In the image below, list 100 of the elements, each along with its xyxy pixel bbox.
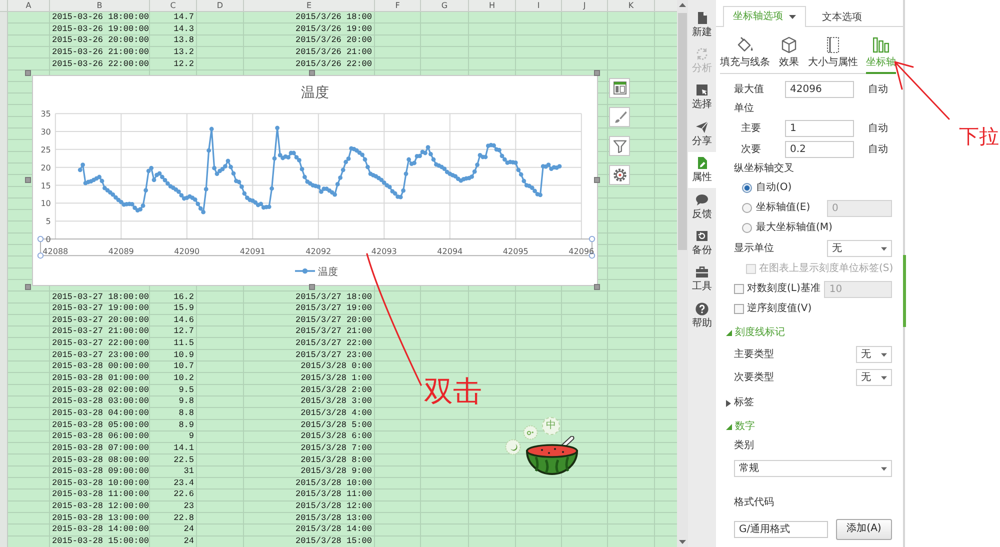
settings-button[interactable] (609, 165, 630, 185)
table-cell-text: 2015-03-26 18:00:00 (51, 12, 150, 24)
dropdown[interactable]: 无 (856, 369, 892, 386)
sidebar-item[interactable]: 分享 (688, 115, 716, 152)
radio-button[interactable] (742, 203, 752, 213)
panel-tab[interactable]: 文本选项 (812, 7, 872, 27)
table-cell-text: 2015/3/28 6:00 (300, 431, 373, 443)
table-cell-text: 2015-03-27 19:00:00 (51, 303, 150, 315)
table-cell-text: 2015/3/27 19:00 (294, 303, 373, 315)
caret-icon (881, 376, 887, 380)
resize-handle[interactable] (25, 284, 31, 290)
auto-label[interactable]: 自动 (868, 84, 888, 96)
checkbox-label: 在图表上显示刻度单位标签(S) (759, 263, 894, 275)
document-edit-icon (695, 156, 709, 170)
table-cell-text: 13.2 (172, 46, 195, 59)
table-cell-text: 2015-03-26 19:00:00 (51, 24, 150, 36)
table-cell-text: 2015/3/26 20:00 (294, 35, 373, 47)
table-cell-text: 10.2 (172, 373, 195, 385)
scrollbar-thumb[interactable] (678, 13, 687, 250)
table-cell-text: 2015/3/28 10:00 (294, 478, 373, 490)
section-header[interactable]: 标签 (716, 393, 754, 413)
resize-handle[interactable] (594, 70, 600, 76)
input-field[interactable]: 0.2 (785, 141, 854, 158)
table-cell-text: 2015/3/26 22:00 (294, 58, 373, 70)
layout-button[interactable] (609, 78, 630, 98)
column-header: H (488, 0, 496, 11)
table-cell-text: 2015-03-27 18:00:00 (51, 292, 150, 304)
column-header: F (394, 0, 401, 11)
chart-title: 温度 (301, 85, 329, 101)
table-cell-text: 11.5 (172, 338, 195, 350)
option-tab[interactable]: 大小与属性 (808, 27, 858, 74)
input-field[interactable]: 42096 (785, 81, 854, 98)
radio-button[interactable] (742, 223, 752, 233)
filter-button[interactable] (609, 136, 630, 156)
sidebar-item[interactable]: 反馈 (688, 188, 716, 224)
resize-handle[interactable] (594, 177, 600, 183)
checkbox[interactable] (734, 284, 744, 294)
annotation-text: 双击 (424, 377, 482, 406)
resize-handle[interactable] (309, 70, 315, 76)
dropdown[interactable]: 无 (827, 240, 892, 257)
axis-tick-label: 5 (46, 217, 51, 226)
vertical-scrollbar[interactable] (677, 0, 688, 547)
resize-handle[interactable] (25, 177, 31, 183)
scroll-down-arrow-icon[interactable] (679, 540, 686, 544)
sidebar-item[interactable]: 工具 (688, 260, 716, 298)
sidebar-item[interactable]: 帮助 (688, 297, 716, 334)
table-cell-text: 14.1 (172, 442, 195, 455)
table-cell-text: 2015-03-28 05:00:00 (51, 420, 150, 432)
table-cell-text: 2015/3/28 3:00 (300, 396, 373, 408)
resize-handle[interactable] (594, 284, 600, 290)
section-header[interactable]: 数字 (716, 417, 755, 437)
caret-icon[interactable] (789, 15, 796, 19)
sidebar-item[interactable]: 备份 (688, 224, 716, 261)
auto-label[interactable]: 自动 (868, 144, 888, 156)
table-cell-text: 24 (182, 536, 195, 547)
option-tab[interactable]: 效果 (778, 27, 800, 74)
table-cell-text: 2015/3/28 12:00 (294, 501, 373, 513)
table-cell-text: 9 (188, 431, 195, 443)
selection-handle[interactable] (588, 236, 596, 242)
radio-label: 最大坐标轴值(M) (756, 222, 832, 234)
radio-button[interactable] (742, 183, 752, 193)
scrollbar-thumb[interactable] (903, 255, 906, 327)
add-button[interactable]: 添加(A) (836, 518, 892, 540)
axis-tick-label: 25 (40, 145, 51, 154)
table-cell-text: 10.7 (172, 361, 195, 374)
sidebar-item[interactable]: 新建 (688, 6, 716, 42)
table-cell-text: 2015/3/28 15:00 (294, 536, 373, 547)
resize-handle[interactable] (25, 70, 31, 76)
table-cell-text: 9.8 (178, 396, 195, 408)
auto-label[interactable]: 自动 (868, 122, 888, 134)
table-cell-text: 10.9 (172, 350, 195, 362)
resize-handle[interactable] (309, 284, 315, 290)
table-cell-text: 23 (182, 501, 195, 513)
input-field[interactable]: G/通用格式 (734, 520, 828, 538)
selection-handle[interactable] (588, 252, 596, 259)
sidebar-item[interactable]: 选择 (688, 78, 716, 116)
table-cell-text: 15.9 (172, 303, 195, 315)
annotation-text: 下拉 (959, 126, 999, 146)
checkbox[interactable] (734, 304, 744, 314)
table-cell-text: 14.3 (172, 24, 195, 36)
selection-handle[interactable] (37, 236, 44, 242)
scroll-up-arrow-icon[interactable] (679, 3, 686, 7)
table-cell-text: 2015/3/27 20:00 (294, 314, 373, 326)
axis-tick-label: 30 (40, 128, 51, 137)
sidebar-item[interactable]: 属性 (688, 152, 716, 188)
dropdown[interactable]: 无 (856, 346, 892, 363)
legend-label: 温度 (318, 267, 338, 278)
table-cell-text: 8.9 (178, 420, 195, 432)
legend-marker-icon (295, 268, 315, 274)
toolbox-icon (695, 265, 709, 280)
axis-tick-label: 42090 (174, 247, 200, 256)
input-field[interactable]: 1 (785, 120, 854, 137)
axis-tick-label: 42089 (108, 247, 134, 256)
dropdown[interactable]: 常规 (734, 460, 892, 477)
selection-handle[interactable] (37, 252, 44, 259)
field-label: 格式代码 (734, 497, 774, 509)
table-cell-text: 2015/3/28 0:00 (300, 361, 373, 374)
brush-button[interactable] (609, 107, 630, 127)
option-tab[interactable]: 填充与线条 (720, 27, 770, 74)
chart-area[interactable]: 温度 0 5 10 15 20 25 30 35 42088 42089 42090 42091 42092 42093 42094 42095 42096 温度 (33, 76, 597, 285)
